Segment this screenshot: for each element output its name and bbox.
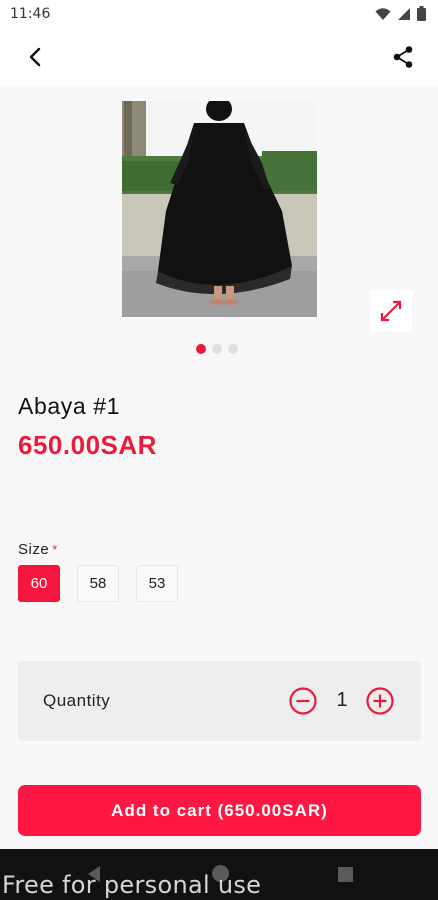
pager-dot[interactable] <box>212 344 222 354</box>
status-time: 11:46 <box>10 6 51 22</box>
add-to-cart-button[interactable]: Add to cart (650.00SAR) <box>18 785 421 836</box>
size-label: Size * <box>18 541 58 558</box>
required-mark: * <box>52 542 58 557</box>
status-bar: 11:46 <box>0 0 438 28</box>
watermark-text: Free for personal use <box>2 871 262 899</box>
expand-icon <box>380 300 402 322</box>
nav-recents-icon[interactable] <box>338 867 353 882</box>
app-bar <box>0 28 438 86</box>
quantity-stepper: Quantity 1 <box>18 661 421 741</box>
quantity-value: 1 <box>336 689 348 711</box>
product-price: 650.00SAR <box>18 430 157 460</box>
back-arrow-icon <box>29 47 41 67</box>
product-image[interactable] <box>122 101 317 317</box>
expand-image-button[interactable] <box>370 290 412 332</box>
pager-dot[interactable] <box>228 344 238 354</box>
share-icon <box>393 46 413 68</box>
quantity-label: Quantity <box>43 691 111 710</box>
size-option-60[interactable]: 60 <box>18 565 60 602</box>
back-button[interactable] <box>20 42 50 72</box>
pager-dot-active[interactable] <box>196 344 206 354</box>
size-option-53[interactable]: 53 <box>136 565 178 602</box>
product-title: Abaya #1 <box>18 393 120 419</box>
size-option-58[interactable]: 58 <box>77 565 119 602</box>
share-button[interactable] <box>388 42 418 72</box>
plus-circle-icon[interactable] <box>365 686 395 716</box>
image-pager-dots <box>196 344 238 354</box>
battery-icon <box>417 6 426 21</box>
wifi-icon <box>375 7 391 20</box>
size-options: 60 58 53 <box>18 565 178 602</box>
abaya-photo <box>122 101 317 317</box>
minus-circle-icon[interactable] <box>288 686 318 716</box>
size-label-text: Size <box>18 541 50 558</box>
signal-icon <box>398 7 410 20</box>
status-icons <box>375 6 426 21</box>
